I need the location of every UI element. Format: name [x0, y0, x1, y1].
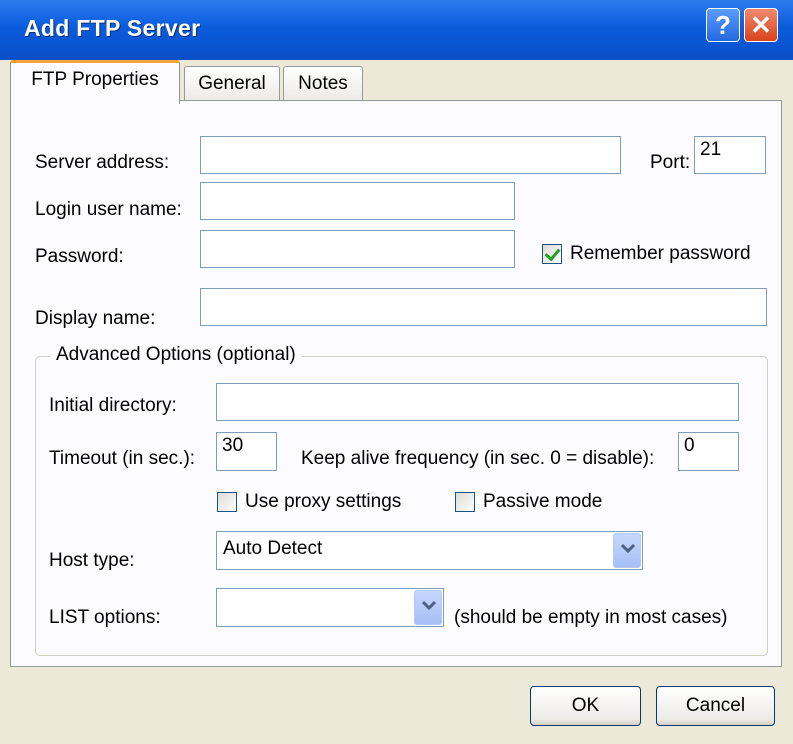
title-bar[interactable]: Add FTP Server ? ✕	[0, 0, 793, 60]
list-options-hint: (should be empty in most cases)	[454, 607, 728, 628]
host-type-select[interactable]: Auto Detect	[216, 531, 643, 570]
tab-notes[interactable]: Notes	[283, 66, 363, 100]
checkbox-checked-icon[interactable]	[542, 244, 562, 264]
login-user-name-label: Login user name:	[35, 199, 182, 220]
tab-label: General	[198, 73, 266, 94]
window-title: Add FTP Server	[24, 15, 201, 41]
chevron-down-icon	[422, 600, 436, 610]
passive-mode-checkbox[interactable]: Passive mode	[455, 491, 602, 513]
host-type-value: Auto Detect	[223, 538, 323, 559]
dropdown-arrow-button[interactable]	[613, 533, 641, 568]
chevron-down-icon	[621, 543, 635, 553]
help-button[interactable]: ?	[706, 8, 740, 42]
dropdown-arrow-button[interactable]	[414, 590, 442, 625]
server-address-label: Server address:	[35, 152, 170, 173]
password-input[interactable]	[200, 230, 515, 268]
timeout-label: Timeout (in sec.):	[49, 448, 196, 469]
server-address-input[interactable]	[200, 136, 621, 174]
list-options-label: LIST options:	[49, 607, 161, 628]
tab-label: FTP Properties	[31, 69, 159, 90]
password-label: Password:	[35, 246, 124, 267]
tab-label: Notes	[298, 73, 348, 94]
remember-password-checkbox[interactable]: Remember password	[542, 243, 751, 265]
initial-directory-label: Initial directory:	[49, 395, 177, 416]
ftp-properties-panel: Server address: Port: 21 Login user name…	[10, 100, 782, 667]
host-type-label: Host type:	[49, 550, 135, 571]
tab-ftp-properties[interactable]: FTP Properties	[10, 60, 180, 104]
advanced-options-legend: Advanced Options (optional)	[50, 344, 302, 366]
keep-alive-label: Keep alive frequency (in sec. 0 = disabl…	[301, 448, 655, 469]
passive-mode-label: Passive mode	[483, 491, 603, 512]
checkbox-icon[interactable]	[217, 492, 237, 512]
port-input[interactable]: 21	[694, 136, 766, 174]
initial-directory-input[interactable]	[216, 383, 739, 421]
ok-button[interactable]: OK	[530, 686, 641, 726]
login-user-name-input[interactable]	[200, 182, 515, 220]
keep-alive-input[interactable]: 0	[678, 432, 739, 471]
advanced-options-group: Advanced Options (optional) Initial dire…	[35, 344, 768, 656]
timeout-input[interactable]: 30	[216, 432, 277, 471]
use-proxy-settings-label: Use proxy settings	[245, 491, 402, 512]
port-label: Port:	[650, 152, 691, 173]
checkbox-icon[interactable]	[455, 492, 475, 512]
display-name-label: Display name:	[35, 308, 156, 329]
close-button[interactable]: ✕	[744, 8, 778, 42]
list-options-select[interactable]	[216, 588, 444, 627]
cancel-button[interactable]: Cancel	[656, 686, 775, 726]
add-ftp-server-dialog: Add FTP Server ? ✕ FTP Properties Genera…	[0, 0, 793, 744]
display-name-input[interactable]	[200, 288, 767, 326]
remember-password-label: Remember password	[570, 243, 751, 264]
use-proxy-settings-checkbox[interactable]: Use proxy settings	[217, 491, 401, 513]
tab-general[interactable]: General	[184, 66, 280, 100]
